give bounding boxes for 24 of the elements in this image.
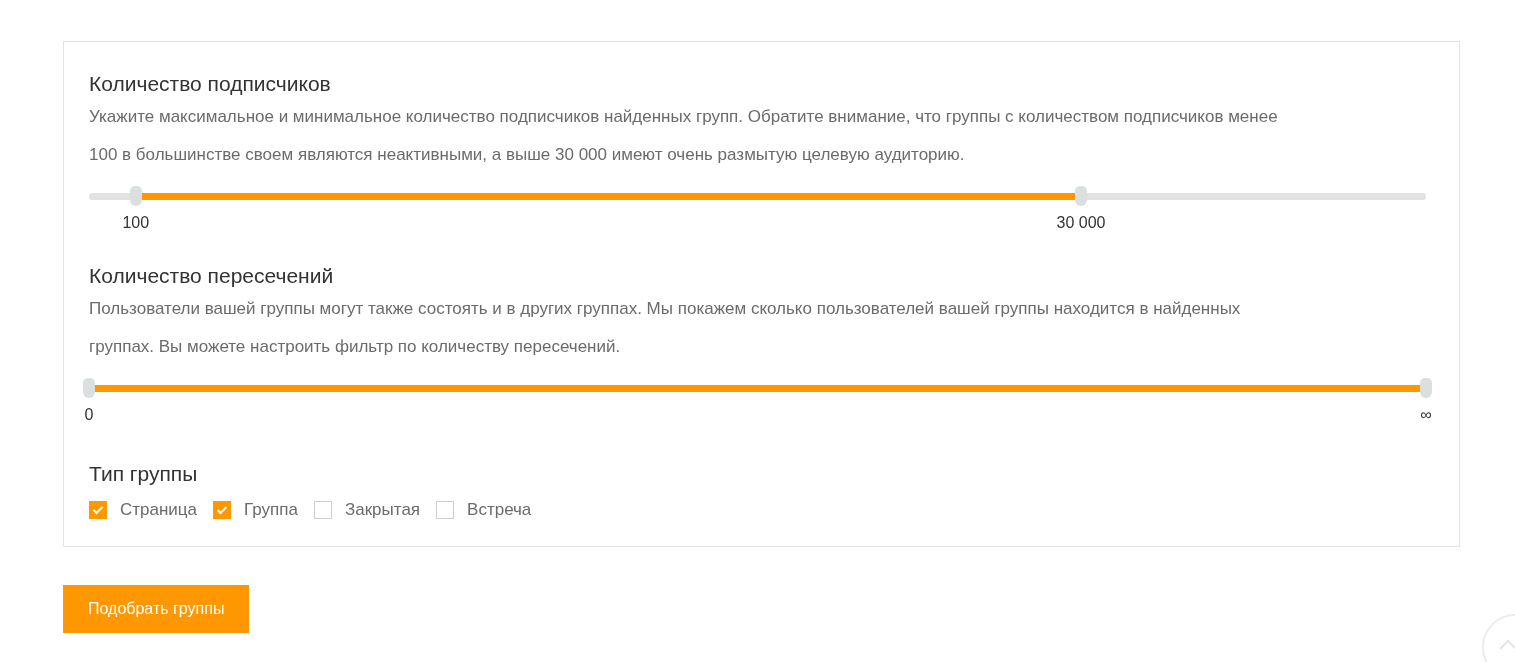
section-title: Количество подписчиков	[89, 72, 332, 96]
group-type-checkbox[interactable]: Страница	[89, 500, 198, 520]
checkmark-icon	[216, 505, 229, 515]
slider-max-value: ∞	[1420, 406, 1432, 424]
slider-handle[interactable]	[1075, 186, 1088, 206]
slider-handle[interactable]	[1420, 378, 1432, 398]
checkbox[interactable]	[436, 501, 455, 519]
group-type-checkbox[interactable]: Закрытая	[313, 500, 421, 520]
checkmark-icon	[92, 505, 104, 515]
slider-handle[interactable]	[83, 378, 95, 398]
scroll-up-icon[interactable]	[1481, 613, 1515, 662]
section-description: Пользователи вашей группы могут также состоять и в других группах. Мы покажем сколько пользователей вашей группы находится в найденных группах. Вы можете настроить фильтр по количеству пересечений.	[89, 298, 1242, 358]
group-type-checkbox[interactable]: Группа	[213, 500, 298, 520]
checkbox[interactable]	[313, 501, 332, 519]
slider-min-value: 100	[122, 214, 150, 232]
slider-min-value: 0	[84, 406, 94, 424]
section-title: Тип группы	[89, 462, 199, 486]
slider-handle[interactable]	[129, 186, 142, 206]
slider-max-value: 30 000	[1056, 214, 1106, 232]
group-type-checkbox[interactable]: Встреча	[436, 500, 532, 520]
section-description: Укажите максимальное и минимальное количество подписчиков найденных групп. Обратите внимание, что группы с количеством подписчиков менее 100 в большинстве своем являются неактивными, а выше 30 000 имеют очень размытую целевую аудиторию.	[89, 106, 1279, 166]
checkbox[interactable]	[213, 501, 232, 519]
section-title: Количество пересечений	[89, 264, 335, 288]
checkbox[interactable]	[89, 501, 107, 519]
